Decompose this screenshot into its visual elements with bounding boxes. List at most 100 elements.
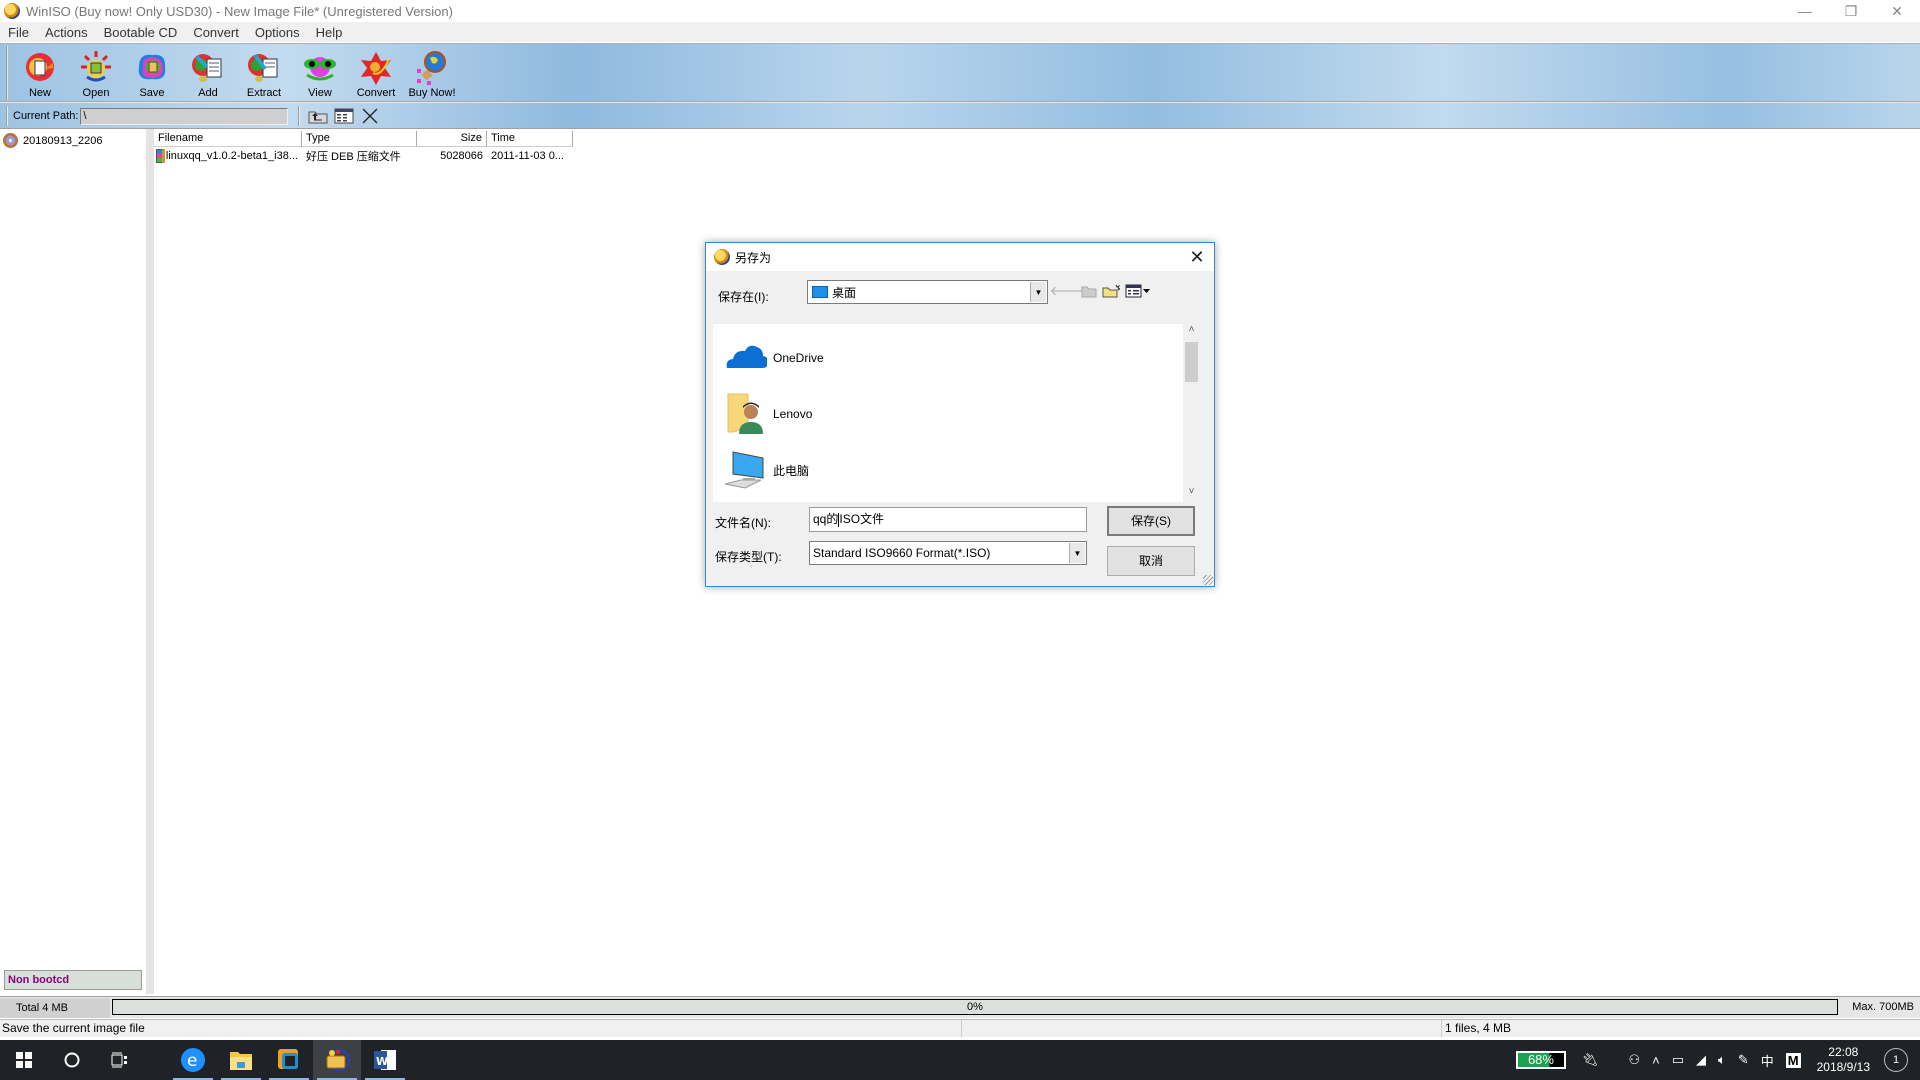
save-in-label: 保存在(I): (718, 290, 769, 304)
winiso-app-icon (4, 3, 20, 19)
vmware-icon (278, 1049, 298, 1069)
delete-icon[interactable] (359, 107, 381, 125)
toolbar-separator (0, 101, 1920, 103)
column-header-size[interactable]: Size (417, 131, 487, 147)
close-button[interactable]: ✕ (1874, 0, 1920, 22)
people-icon[interactable]: ⚇ (1628, 1052, 1640, 1068)
place-label: Lenovo (773, 407, 813, 421)
power-status-icon[interactable]: ▭ (1672, 1052, 1684, 1068)
convert-icon (357, 49, 395, 85)
open-icon (77, 49, 115, 85)
cancel-button[interactable]: 取消 (1107, 546, 1195, 576)
minimize-button[interactable]: — (1782, 0, 1828, 22)
filetype-dropdown[interactable]: Standard ISO9660 Format(*.ISO) ▼ (809, 541, 1087, 565)
view-menu-icon[interactable] (1124, 283, 1152, 299)
place-lenovo[interactable]: Lenovo (713, 392, 812, 436)
add-icon (189, 49, 227, 85)
wifi-icon[interactable]: ◢ (1696, 1052, 1706, 1068)
save-as-dialog: 另存为 ✕ 保存在(I): 桌面 ▼ 🡐 OneDrive Lenovo 此电脑… (705, 242, 1215, 587)
column-header-time[interactable]: Time (487, 131, 573, 147)
scroll-down-icon[interactable]: ˅ (1183, 486, 1200, 502)
place-onedrive[interactable]: OneDrive (713, 336, 824, 380)
details-view-icon[interactable] (333, 107, 355, 125)
power-plug-icon: 🔌︎ (1581, 1052, 1599, 1067)
filename-input[interactable]: qq的ISO文件 (809, 507, 1087, 532)
task-view-icon (111, 1052, 127, 1068)
capacity-bar-row: Total 4 MB 0% Max. 700MB (0, 996, 1920, 1018)
open-label: Open (82, 87, 110, 99)
buy-now-icon (413, 49, 451, 85)
places-scrollbar[interactable]: ˄ ˅ (1183, 324, 1200, 502)
extract-label: Extract (246, 87, 282, 99)
extract-button[interactable]: Extract (236, 46, 292, 100)
pen-ink-icon[interactable]: ✎ (1738, 1052, 1749, 1068)
save-in-value: 桌面 (832, 285, 857, 300)
window-title: WinISO (Buy now! Only USD30) - New Image… (26, 3, 453, 19)
open-button[interactable]: Open (68, 46, 124, 100)
path-bar-grip-2[interactable] (298, 106, 301, 126)
taskbar-app-edge[interactable]: e (169, 1040, 217, 1080)
column-header-type[interactable]: Type (302, 131, 417, 147)
buy-now-button[interactable]: Buy Now! (404, 46, 460, 100)
ime-language[interactable]: 中 (1761, 1051, 1774, 1070)
path-bar: Current Path: \ (6, 105, 385, 127)
convert-label: Convert (356, 87, 396, 99)
tree-item-root[interactable]: 20180913_2206 (3, 133, 103, 148)
menu-bootable-cd[interactable]: Bootable CD (96, 25, 186, 40)
new-icon (21, 49, 59, 85)
convert-button[interactable]: Convert (348, 46, 404, 100)
taskbar-app-file-explorer[interactable] (217, 1040, 265, 1080)
new-button[interactable]: New (12, 46, 68, 100)
add-label: Add (198, 87, 218, 99)
column-header-filename[interactable]: Filename (154, 131, 302, 147)
chevron-down-icon[interactable]: ▼ (1069, 543, 1085, 563)
current-path-field[interactable]: \ (80, 107, 289, 125)
capacity-progress-bar: 0% (112, 999, 1838, 1015)
scroll-up-icon[interactable]: ˄ (1183, 324, 1200, 340)
ime-mode-indicator[interactable]: M (1785, 1052, 1801, 1068)
filename-text-after-caret: ISO文件 (839, 512, 885, 526)
save-button[interactable]: 保存(S) (1107, 506, 1195, 536)
restore-button[interactable]: ❐ (1828, 0, 1874, 22)
save-button[interactable]: Save (124, 46, 180, 100)
clock[interactable]: 22:08 2018/9/13 (1817, 1045, 1870, 1075)
path-bar-grip[interactable] (6, 106, 9, 126)
back-arrow-icon[interactable]: 🡐 (1050, 283, 1085, 299)
taskbar-app-vmware[interactable] (265, 1040, 313, 1080)
taskbar-app-winiso[interactable] (313, 1040, 361, 1080)
cortana-button[interactable] (48, 1040, 96, 1080)
file-row[interactable]: linuxqq_v1.0.2-beta1_i38... 好压 DEB 压缩文件 … (154, 148, 573, 164)
menu-options[interactable]: Options (247, 25, 308, 40)
menu-actions[interactable]: Actions (37, 25, 96, 40)
up-folder-icon[interactable] (1080, 283, 1098, 299)
action-center-icon[interactable]: 1 (1884, 1048, 1908, 1072)
clock-time: 22:08 (1828, 1045, 1859, 1059)
save-in-dropdown[interactable]: 桌面 ▼ (807, 280, 1048, 304)
extract-icon (245, 49, 283, 85)
volume-icon[interactable]: 🔈︎ (1718, 1052, 1726, 1068)
dialog-title-bar: 另存为 ✕ (706, 243, 1214, 271)
folder-up-icon[interactable] (307, 107, 329, 125)
current-path-label: Current Path: (13, 110, 79, 122)
chevron-down-icon[interactable]: ▼ (1030, 282, 1046, 302)
place-label: OneDrive (773, 351, 824, 365)
menu-convert[interactable]: Convert (185, 25, 247, 40)
menu-help[interactable]: Help (308, 25, 351, 40)
add-button[interactable]: Add (180, 46, 236, 100)
dialog-close-button[interactable]: ✕ (1186, 246, 1208, 268)
taskbar-app-word[interactable]: W (361, 1040, 409, 1080)
show-hidden-icons-chevron-icon[interactable]: ˄ (1652, 1053, 1660, 1068)
pane-splitter[interactable] (146, 129, 154, 994)
task-view-button[interactable] (96, 1040, 144, 1080)
user-folder-icon (723, 392, 767, 436)
capacity-percent: 0% (967, 1001, 983, 1013)
menu-file[interactable]: File (0, 25, 37, 40)
view-button[interactable]: View (292, 46, 348, 100)
scroll-thumb[interactable] (1185, 342, 1198, 382)
place-this-pc[interactable]: 此电脑 (713, 448, 809, 492)
resize-grip[interactable] (1203, 575, 1213, 585)
new-folder-icon[interactable] (1102, 283, 1120, 299)
desktop-icon (812, 286, 828, 298)
start-button[interactable] (0, 1040, 48, 1080)
battery-indicator[interactable]: 68% (1515, 1051, 1566, 1069)
